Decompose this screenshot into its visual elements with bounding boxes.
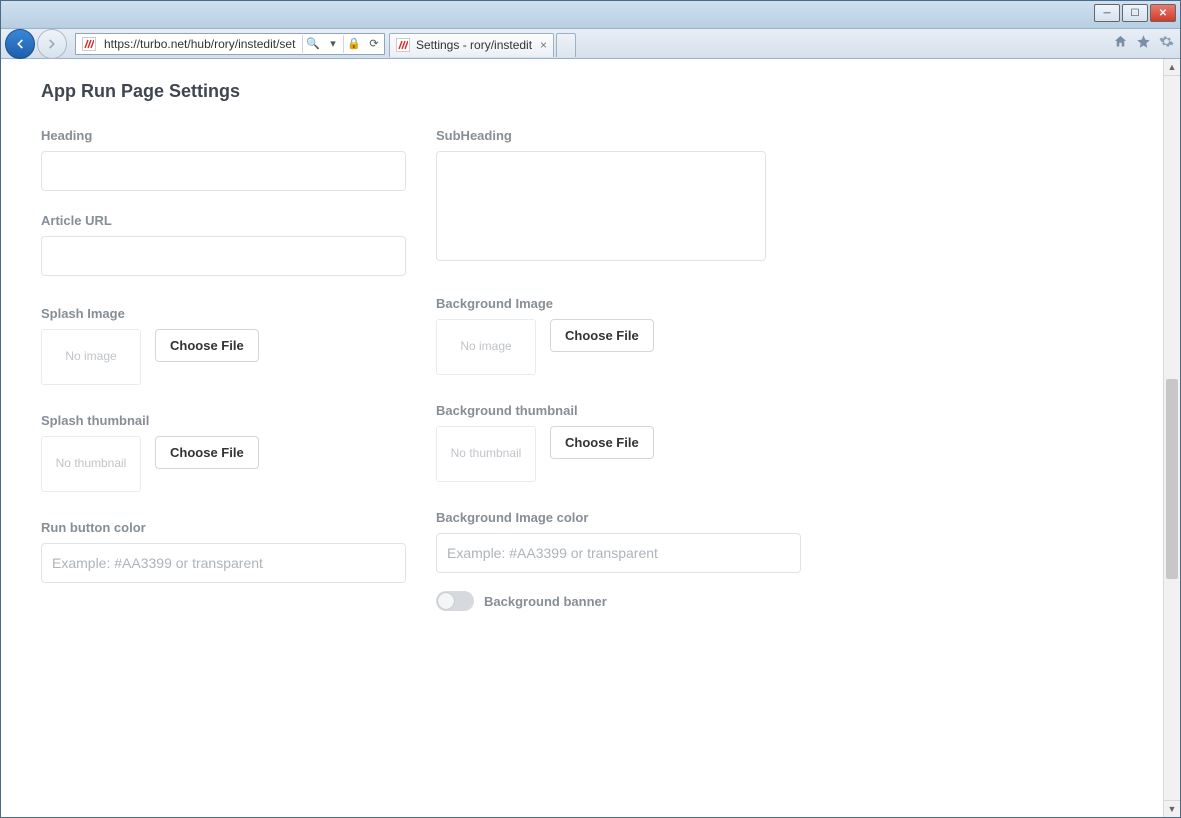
lock-icon[interactable]: 🔒 — [344, 37, 364, 50]
dropdown-icon[interactable]: ▾ — [323, 37, 343, 50]
url-input[interactable] — [102, 34, 302, 54]
right-column: SubHeading Background Image No image Cho… — [436, 120, 801, 611]
background-image-label: Background Image — [436, 296, 801, 311]
splash-thumbnail-label: Splash thumbnail — [41, 413, 406, 428]
nav-forward-button[interactable] — [37, 29, 67, 59]
tab-favicon — [396, 38, 410, 52]
page-content: App Run Page Settings Heading Article UR… — [1, 59, 1163, 817]
turbo-favicon-icon — [398, 40, 408, 50]
search-icon[interactable]: 🔍 — [303, 37, 323, 50]
window-close-button[interactable] — [1150, 4, 1176, 22]
page-viewport: App Run Page Settings Heading Article UR… — [1, 59, 1180, 817]
splash-thumbnail-choose-button[interactable]: Choose File — [155, 436, 259, 469]
background-image-preview: No image — [436, 319, 536, 375]
browser-toolbar: 🔍 ▾ 🔒 ⟳ Settings - rory/instedit — [1, 29, 1180, 59]
background-image-choose-button[interactable]: Choose File — [550, 319, 654, 352]
toolbar-right-icons — [1113, 29, 1174, 59]
left-column: Heading Article URL Splash Image No imag… — [41, 120, 406, 611]
background-thumbnail-label: Background thumbnail — [436, 403, 801, 418]
refresh-icon[interactable]: ⟳ — [364, 37, 384, 50]
window-minimize-button[interactable] — [1094, 4, 1120, 22]
window-controls — [1094, 4, 1176, 22]
article-url-input[interactable] — [41, 236, 406, 276]
address-favicon — [80, 35, 98, 53]
turbo-favicon-icon — [84, 39, 94, 49]
address-bar: 🔍 ▾ 🔒 ⟳ — [75, 33, 385, 55]
subheading-label: SubHeading — [436, 128, 801, 143]
splash-image-preview: No image — [41, 329, 141, 385]
browser-window: 🔍 ▾ 🔒 ⟳ Settings - rory/instedit — [0, 0, 1181, 818]
favorites-icon[interactable] — [1136, 34, 1151, 54]
heading-label: Heading — [41, 128, 406, 143]
scroll-up-icon[interactable]: ▲ — [1164, 59, 1180, 76]
tab-strip: Settings - rory/instedit × — [389, 31, 578, 57]
background-color-input[interactable] — [436, 533, 801, 573]
vertical-scrollbar[interactable]: ▲ ▼ — [1163, 59, 1180, 817]
splash-image-label: Splash Image — [41, 306, 406, 321]
splash-thumbnail-preview: No thumbnail — [41, 436, 141, 492]
background-banner-label: Background banner — [484, 594, 607, 609]
scroll-down-icon[interactable]: ▼ — [1164, 800, 1180, 817]
run-button-color-input[interactable] — [41, 543, 406, 583]
window-maximize-button[interactable] — [1122, 4, 1148, 22]
splash-image-choose-button[interactable]: Choose File — [155, 329, 259, 362]
tab-title: Settings - rory/instedit — [416, 38, 532, 52]
subheading-textarea[interactable] — [436, 151, 766, 261]
background-thumbnail-preview: No thumbnail — [436, 426, 536, 482]
nav-buttons — [5, 29, 69, 59]
arrow-right-icon — [45, 37, 59, 51]
background-color-label: Background Image color — [436, 510, 801, 525]
heading-input[interactable] — [41, 151, 406, 191]
nav-back-button[interactable] — [5, 29, 35, 59]
tab-close-icon[interactable]: × — [540, 38, 547, 52]
article-url-label: Article URL — [41, 213, 406, 228]
background-thumbnail-choose-button[interactable]: Choose File — [550, 426, 654, 459]
page-title: App Run Page Settings — [41, 81, 1133, 102]
settings-gear-icon[interactable] — [1159, 34, 1174, 54]
scroll-thumb[interactable] — [1166, 379, 1178, 579]
background-banner-row: Background banner — [436, 591, 801, 611]
arrow-left-icon — [13, 37, 27, 51]
run-button-color-label: Run button color — [41, 520, 406, 535]
home-icon[interactable] — [1113, 34, 1128, 54]
settings-columns: Heading Article URL Splash Image No imag… — [41, 120, 1133, 611]
background-banner-toggle[interactable] — [436, 591, 474, 611]
window-titlebar — [1, 1, 1180, 29]
new-tab-button[interactable] — [556, 33, 576, 57]
browser-tab[interactable]: Settings - rory/instedit × — [389, 33, 554, 57]
